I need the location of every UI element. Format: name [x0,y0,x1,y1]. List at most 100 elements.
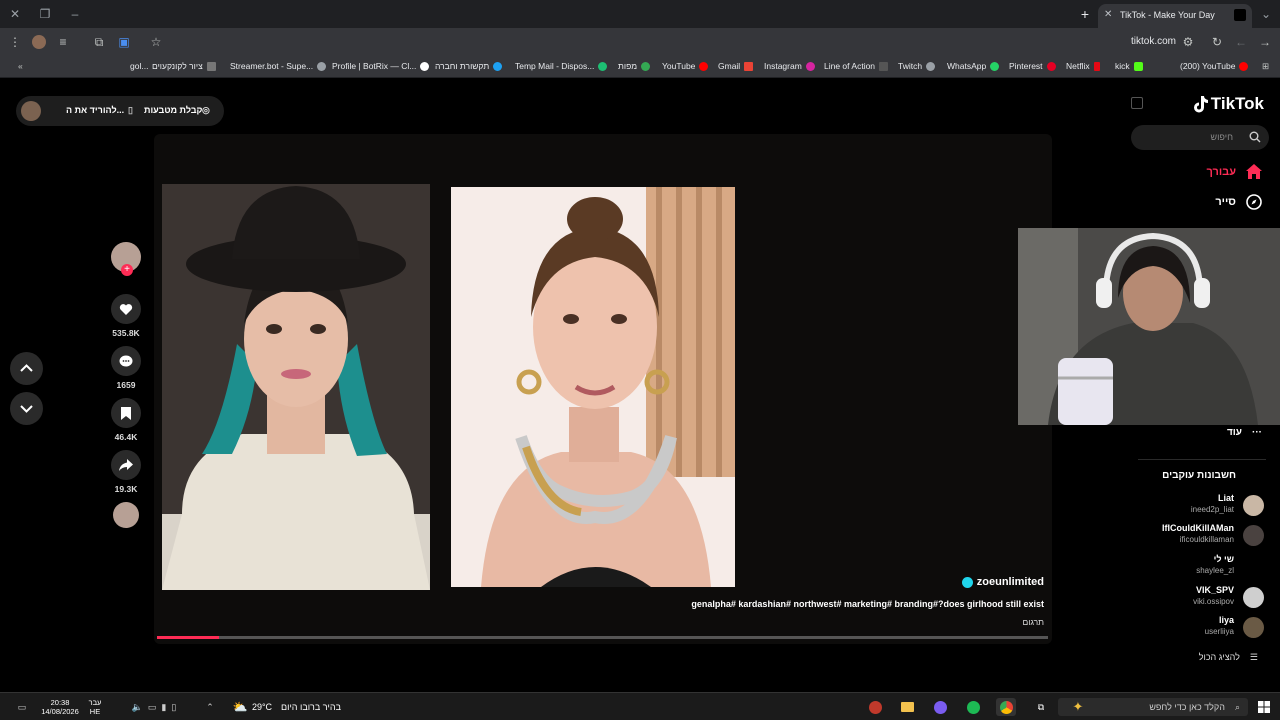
tab-search-icon[interactable]: ⌄ [1257,5,1275,23]
start-button[interactable] [1255,698,1273,716]
netflix-icon [1093,61,1100,71]
extensions-icon[interactable]: ⧉ [92,35,106,49]
sidebar-item-explore[interactable]: סייר [1215,194,1262,210]
reload-icon[interactable]: ↻ [1210,35,1224,49]
creator-name[interactable]: zoeunlimited [961,576,1044,588]
bookmark-item[interactable]: ציור לקונקעוים [152,61,216,71]
forward-icon[interactable]: ← [1234,35,1248,49]
tiktok-page: להוריד את ה... ▯ קבלת מטבעות ◎ zoeunlimi… [0,78,1280,692]
bookmark-item[interactable]: Netflix [1066,61,1100,71]
next-video-button[interactable] [10,392,43,425]
globe-icon [493,61,503,71]
bookmarks-chevron-icon[interactable]: « [18,61,23,71]
bookmark-item[interactable]: gol... [130,61,148,71]
site-settings-icon[interactable]: ⚙ [1181,35,1195,49]
reading-list-icon[interactable]: ≡ [56,35,70,49]
download-app-button[interactable]: להוריד את ה... [66,105,124,115]
bookmark-item[interactable]: Temp Mail - Dispos... [515,61,608,71]
address-bar[interactable]: tiktok.com [1131,36,1176,47]
restore-window-icon[interactable]: ❐ [36,5,54,23]
globe-icon [317,61,327,71]
bookmarks-bar: « (200) YouTube kick Netflix Pinterest W… [0,56,1280,78]
weather-temp[interactable]: 29°C [250,698,274,716]
browser-tab[interactable]: ✕ TikTok - Make Your Day [1098,4,1252,28]
like-count: 535.8K [112,328,140,338]
sidebar-item-for-you[interactable]: עבורך [1206,164,1262,179]
creator-avatar: + [111,242,141,276]
previous-video-button[interactable] [10,352,43,385]
new-tab-icon[interactable]: + [1076,5,1094,23]
bookmark-item[interactable]: Twitch [898,61,936,71]
youtube-icon [699,61,709,71]
chrome-taskbar-icon[interactable] [996,698,1016,716]
close-window-icon[interactable]: ✕ [6,5,24,23]
app-taskbar-icon[interactable] [931,698,949,716]
search-icon: ⌕ [1234,701,1240,712]
network-icon: ▭ [147,701,157,712]
translate-extension-icon[interactable]: ▣ [117,35,131,49]
youtube-icon [1239,61,1249,71]
share-button[interactable]: 19.3K [108,450,144,494]
comment-button[interactable]: 1659 [108,346,144,390]
home-icon [1246,164,1262,179]
input-language[interactable]: עבר HE [86,698,104,716]
bookmark-item[interactable]: Line of Action [824,61,889,71]
task-view-icon[interactable]: ⧉ [1032,698,1050,716]
windows-taskbar: הקלד כאן כדי לחפש ⌕ ✦ ⧉ ⛅ 29°C בהיר ברוב… [0,692,1280,720]
account-avatar [1243,525,1264,546]
bookmark-item[interactable]: (200) YouTube [1180,61,1249,71]
weather-icon: ⛅ [232,700,248,714]
bookmark-item[interactable]: WhatsApp [947,61,1000,71]
collapse-sidebar-icon[interactable] [1131,97,1143,109]
bookmark-item[interactable]: תקשורת וחברה [435,61,503,71]
maps-icon [641,61,651,71]
minimize-window-icon[interactable]: – [66,5,84,23]
tab-close-icon[interactable]: ✕ [1104,9,1112,20]
tab-title: TikTok - Make Your Day [1120,10,1215,20]
account-name: IfICouldKillAMan [1162,523,1234,533]
back-icon[interactable]: → [1258,35,1272,49]
video-caption: genalpha# kardashian# northwest# marketi… [691,599,1044,609]
sidebar-item-more[interactable]: עוד ··· [1227,427,1262,438]
bookmark-item[interactable]: Pinterest [1009,61,1056,71]
save-button[interactable]: 46.4K [108,398,144,442]
account-username: userliiya [1204,627,1234,636]
user-avatar[interactable] [21,101,41,121]
chevron-up-icon [20,364,33,372]
browser-menu-icon[interactable]: ⋮ [8,35,22,49]
like-button[interactable]: 535.8K [108,294,144,338]
show-hidden-icons-icon[interactable]: ⌃ [203,698,217,716]
creator-avatar-follow[interactable]: + [108,242,144,276]
tempmail-icon [598,61,608,71]
show-all-button[interactable]: להציג הכול ☰ [1199,652,1258,663]
bookmark-star-icon[interactable]: ☆ [149,35,163,49]
profile-avatar-icon[interactable] [32,35,46,49]
search-icon[interactable] [1249,131,1261,143]
obs-icon[interactable] [866,698,884,716]
clock[interactable]: 20:38 14/08/2026 [38,698,82,716]
translate-link[interactable]: תרגום [1022,617,1044,627]
bookmark-item[interactable]: Gmail [718,61,754,71]
bookmark-item[interactable]: מפות [618,61,651,71]
bookmark-item[interactable]: YouTube [662,61,709,71]
get-coins-button[interactable]: קבלת מטבעות [144,105,202,115]
bookmark-item[interactable]: Streamer.bot - Supe... [230,61,327,71]
tiktok-logo[interactable]: TikTok [1193,94,1264,114]
spotify-icon[interactable] [964,698,982,716]
tiktok-favicon-icon [1234,9,1246,21]
video-progress-bar[interactable] [157,636,1048,639]
whatsapp-icon [990,61,1000,71]
search-input[interactable]: חיפוש [1131,125,1269,150]
account-username: ificouldkillaman [1179,535,1234,544]
music-disc-avatar[interactable] [108,502,144,528]
notification-center-icon[interactable]: ▭ [14,698,30,716]
apps-grid-icon[interactable]: ⊞ [1262,61,1269,72]
bookmark-item[interactable]: kick [1115,61,1143,71]
more-dots-icon: ··· [1252,427,1262,438]
weather-text[interactable]: בהיר ברובו היום [280,698,342,716]
bookmark-item[interactable]: Profile | BotRix — Cl... [332,61,430,71]
kick-icon [1133,61,1143,71]
file-explorer-icon[interactable] [898,698,916,716]
system-tray[interactable]: 🔈 ▭ ▮ ▯ [108,698,200,716]
bookmark-item[interactable]: Instagram [764,61,815,71]
